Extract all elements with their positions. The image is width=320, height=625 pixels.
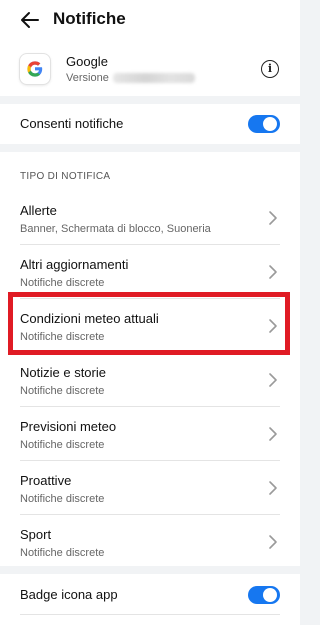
list-item-notizie-e-storie[interactable]: Notizie e storie Notifiche discrete [0,353,300,407]
app-info: Google Versione i [0,40,300,96]
allow-notifications-label: Consenti notifiche [20,116,124,131]
chevron-right-icon [269,535,277,549]
chevron-right-icon [269,481,277,495]
highlight-box [8,292,290,355]
divider [20,614,280,615]
list-item-altri-aggiornamenti[interactable]: Altri aggiornamenti Notifiche discrete [0,245,300,299]
toggle-knob [263,588,277,602]
allow-notifications-toggle[interactable] [248,115,280,133]
arrow-left-icon[interactable] [18,8,42,32]
item-subtitle: Notifiche discrete [20,547,105,559]
item-title: Sport [20,527,52,542]
item-subtitle: Notifiche discrete [20,277,105,289]
toggle-knob [263,117,277,131]
item-title: Altri aggiornamenti [20,257,129,272]
chevron-right-icon [269,211,277,225]
google-logo-icon [20,54,50,84]
item-title: Allerte [20,203,57,218]
list-item-sport[interactable]: Sport Notifiche discrete [0,515,300,569]
item-title: Notizie e storie [20,365,106,380]
app-name: Google [66,54,108,69]
version-label: Versione [66,72,109,84]
item-subtitle: Notifiche discrete [20,493,105,505]
chevron-right-icon [269,427,277,441]
item-title: Previsioni meteo [20,419,117,434]
item-subtitle: Notifiche discrete [20,385,105,397]
chevron-right-icon [269,373,277,387]
list-item-previsioni-meteo[interactable]: Previsioni meteo Notifiche discrete [0,407,300,461]
list-item-allerte[interactable]: Allerte Banner, Schermata di blocco, Suo… [0,191,300,245]
info-icon[interactable]: i [261,60,279,78]
item-title: Proattive [20,473,72,488]
allow-notifications-row[interactable]: Consenti notifiche [0,104,300,144]
item-subtitle: Banner, Schermata di blocco, Suoneria [20,223,211,235]
item-subtitle: Notifiche discrete [20,439,105,451]
badge-label: Badge icona app [20,587,118,602]
badge-row[interactable]: Badge icona app [0,574,300,625]
chevron-right-icon [269,265,277,279]
top-bar: Notifiche [0,0,300,40]
list-item-proattive[interactable]: Proattive Notifiche discrete [0,461,300,515]
redacted-version-number [112,73,195,84]
app-version: Versione [66,72,195,84]
badge-toggle[interactable] [248,586,280,604]
page-title: Notifiche [53,9,126,28]
section-title: TIPO DI NOTIFICA [20,171,111,182]
